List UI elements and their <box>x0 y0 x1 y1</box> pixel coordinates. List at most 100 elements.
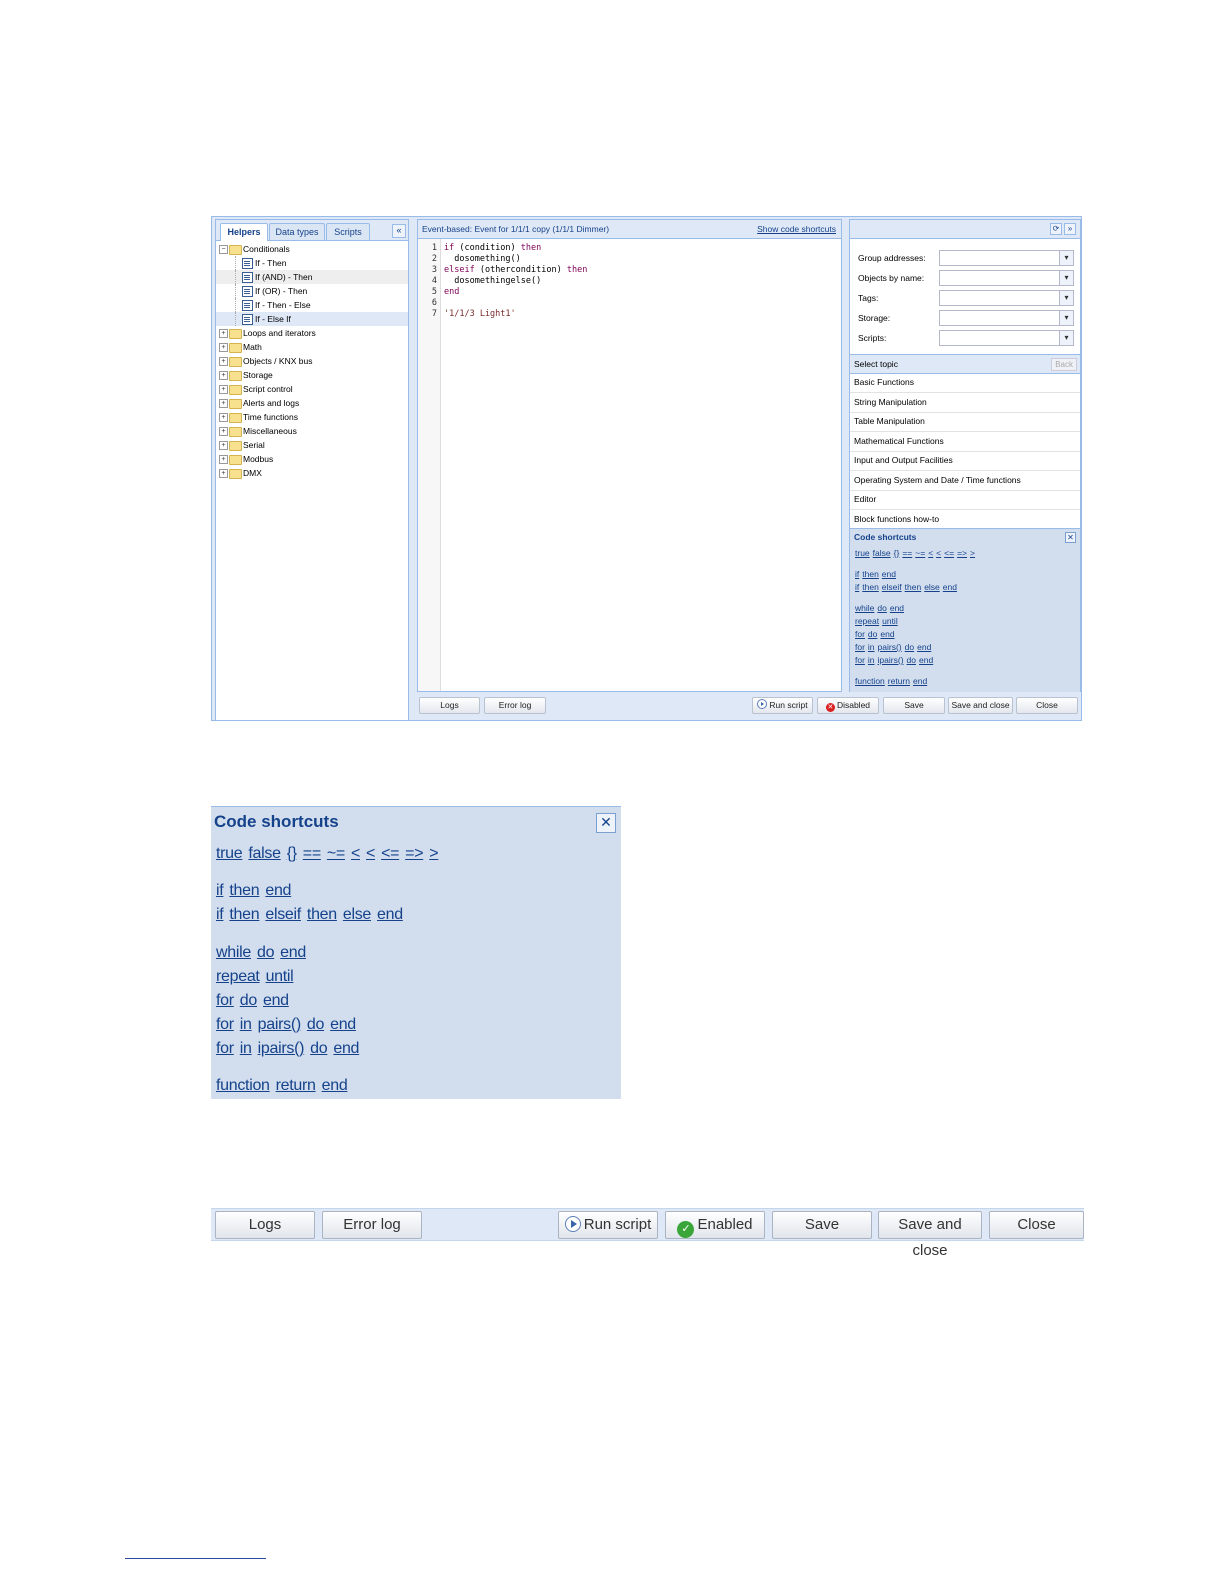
shortcut-link[interactable]: then <box>862 582 879 592</box>
chevron-down-icon[interactable]: ▾ <box>1059 310 1074 326</box>
shortcut-link[interactable]: false <box>873 548 891 558</box>
shortcut-link[interactable]: false <box>248 845 281 862</box>
shortcut-link[interactable]: end <box>880 629 894 639</box>
chevron-down-icon[interactable]: ▾ <box>1059 330 1074 346</box>
shortcut-link[interactable]: do <box>240 992 258 1009</box>
tree-item[interactable]: If (OR) - Then <box>216 284 408 298</box>
filter-combobox-input[interactable] <box>939 270 1061 286</box>
shortcut-link[interactable]: end <box>265 882 291 899</box>
expand-icon[interactable]: + <box>219 427 228 436</box>
shortcut-link[interactable]: end <box>280 944 306 961</box>
shortcut-link[interactable]: repeat <box>216 968 260 985</box>
tree-folder[interactable]: + Storage <box>216 368 408 382</box>
collapse-icon[interactable]: − <box>219 245 228 254</box>
shortcut-link[interactable]: end <box>322 1077 348 1094</box>
tree-item[interactable]: If - Then - Else <box>216 298 408 312</box>
shortcut-link[interactable]: end <box>333 1040 359 1057</box>
shortcut-link[interactable]: while <box>855 603 874 613</box>
tab-scripts[interactable]: Scripts <box>326 223 370 240</box>
shortcut-link[interactable]: return <box>888 676 910 686</box>
logs-button[interactable]: Logs <box>419 697 480 714</box>
shortcut-link[interactable]: elseif <box>882 582 902 592</box>
tree-item[interactable]: If - Then <box>216 256 408 270</box>
shortcut-link[interactable]: elseif <box>265 906 301 923</box>
shortcut-link[interactable]: <= <box>944 548 954 558</box>
tree-folder[interactable]: + Alerts and logs <box>216 396 408 410</box>
logs-button[interactable]: Logs <box>215 1211 315 1239</box>
chevron-down-icon[interactable]: ▾ <box>1059 250 1074 266</box>
shortcut-link[interactable]: if <box>216 882 224 899</box>
shortcut-link[interactable]: do <box>257 944 275 961</box>
shortcut-link[interactable]: pairs() <box>258 1016 302 1033</box>
topic-item[interactable]: Block functions how-to <box>850 510 1080 530</box>
shortcut-link[interactable]: end <box>330 1016 356 1033</box>
tree-folder[interactable]: + Script control <box>216 382 408 396</box>
tree-folder[interactable]: + Objects / KNX bus <box>216 354 408 368</box>
close-icon[interactable]: ✕ <box>1065 532 1076 543</box>
topic-item[interactable]: Input and Output Facilities <box>850 451 1080 471</box>
shortcut-link[interactable]: in <box>240 1016 252 1033</box>
chevron-down-icon[interactable]: ▾ <box>1059 290 1074 306</box>
chevron-down-icon[interactable]: ▾ <box>1059 270 1074 286</box>
expand-icon[interactable]: + <box>219 399 228 408</box>
error-log-button[interactable]: Error log <box>484 697 546 714</box>
close-button[interactable]: Close <box>989 1211 1084 1239</box>
shortcut-link[interactable]: end <box>882 569 896 579</box>
shortcut-link[interactable]: end <box>913 676 927 686</box>
topic-item[interactable]: String Manipulation <box>850 393 1080 413</box>
shortcut-link[interactable]: do <box>868 629 877 639</box>
shortcut-link[interactable]: then <box>229 906 259 923</box>
shortcut-link[interactable]: then <box>307 906 337 923</box>
shortcut-link[interactable]: in <box>868 655 875 665</box>
shortcut-link[interactable]: else <box>343 906 371 923</box>
save-and-close-button[interactable]: Save and close <box>948 697 1013 714</box>
shortcut-link[interactable]: for <box>855 642 865 652</box>
back-button[interactable]: Back <box>1051 358 1077 371</box>
shortcut-link[interactable]: end <box>943 582 957 592</box>
tree-item[interactable]: If (AND) - Then <box>216 270 408 284</box>
topic-item[interactable]: Mathematical Functions <box>850 432 1080 452</box>
tree-folder[interactable]: − Conditionals <box>216 242 408 256</box>
shortcut-link[interactable]: <= <box>381 845 399 862</box>
refresh-icon[interactable]: ⟳ <box>1050 223 1062 235</box>
shortcut-link[interactable]: function <box>855 676 885 686</box>
shortcut-link[interactable]: end <box>890 603 904 613</box>
shortcut-link[interactable]: true <box>216 845 243 862</box>
tree-folder[interactable]: + Miscellaneous <box>216 424 408 438</box>
show-code-shortcuts-link[interactable]: Show code shortcuts <box>757 220 836 238</box>
shortcut-link[interactable]: < <box>928 548 933 558</box>
topic-item[interactable]: Operating System and Date / Time functio… <box>850 471 1080 491</box>
filter-combobox-input[interactable] <box>939 290 1061 306</box>
shortcut-link[interactable]: until <box>882 616 898 626</box>
shortcut-link[interactable]: function <box>216 1077 270 1094</box>
expand-icon[interactable]: + <box>219 455 228 464</box>
shortcut-link[interactable]: while <box>216 944 251 961</box>
tree-folder[interactable]: + Modbus <box>216 452 408 466</box>
shortcut-link[interactable]: until <box>266 968 294 985</box>
shortcut-link[interactable]: end <box>917 642 931 652</box>
shortcut-link[interactable]: pairs() <box>878 642 902 652</box>
shortcut-link[interactable]: do <box>307 1016 325 1033</box>
shortcut-link[interactable]: in <box>240 1040 252 1057</box>
error-log-button[interactable]: Error log <box>322 1211 422 1239</box>
shortcut-link[interactable]: if <box>216 906 224 923</box>
shortcut-link[interactable]: < <box>366 845 375 862</box>
tree-folder[interactable]: + Math <box>216 340 408 354</box>
enabled-toggle-button[interactable]: ✓ Enabled <box>665 1211 765 1239</box>
double-chevron-right-icon[interactable]: » <box>1064 223 1076 235</box>
expand-icon[interactable]: + <box>219 413 228 422</box>
double-chevron-left-icon[interactable]: « <box>392 224 406 238</box>
shortcut-link[interactable]: => <box>405 845 423 862</box>
shortcut-link[interactable]: == <box>303 845 321 862</box>
shortcut-link[interactable]: else <box>924 582 940 592</box>
shortcut-link[interactable]: do <box>310 1040 328 1057</box>
tree-item[interactable]: If - Else If <box>216 312 408 326</box>
tree-folder[interactable]: + Time functions <box>216 410 408 424</box>
shortcut-link[interactable]: if <box>855 569 859 579</box>
shortcut-link[interactable]: {} <box>894 548 900 558</box>
shortcut-link[interactable]: < <box>936 548 941 558</box>
shortcut-link[interactable]: end <box>919 655 933 665</box>
shortcut-link[interactable]: == <box>902 548 912 558</box>
expand-icon[interactable]: + <box>219 441 228 450</box>
tree-folder[interactable]: + Serial <box>216 438 408 452</box>
